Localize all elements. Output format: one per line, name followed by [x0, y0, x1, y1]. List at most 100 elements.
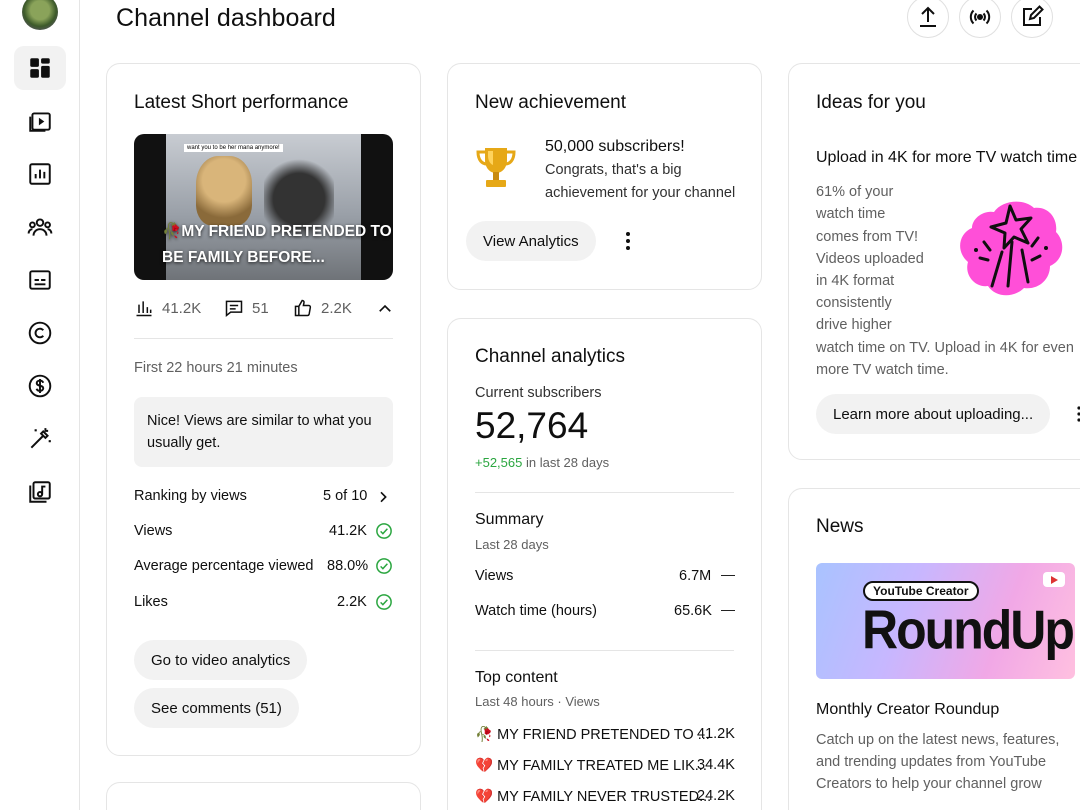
summary-watch-value: 65.6K — [674, 603, 712, 619]
go-live-icon — [969, 9, 991, 25]
ideas-tail: more TV watch time. — [816, 362, 949, 378]
bar-chart-icon — [136, 301, 152, 317]
sidebar-item-earn[interactable] — [14, 364, 66, 408]
analytics-icon — [29, 163, 51, 185]
next-card-partial — [106, 782, 421, 810]
check-circle-icon — [376, 523, 392, 539]
metric-label-views: Views — [134, 523, 173, 539]
news-line: Catch up on the latest news, features, — [816, 732, 1060, 748]
achievement-body-line1: Congrats, that's a big — [545, 162, 682, 178]
ideas-line: drive higher — [816, 317, 892, 333]
top-content-item[interactable]: 💔 MY FAMILY TREATED ME LIK... — [475, 757, 707, 774]
youtube-logo-icon — [1043, 572, 1065, 587]
divider — [134, 338, 393, 339]
summary-views-trend: — — [721, 566, 735, 582]
see-comments-button[interactable]: See comments (51) — [134, 688, 299, 728]
sidebar-item-copyright[interactable] — [14, 311, 66, 355]
short-thumbnail[interactable]: want you to be her mana anymore! 🥀MY FRI… — [134, 134, 393, 280]
news-big-text: RoundUp — [862, 599, 1075, 661]
top-content-period: Last 48 hours · Views — [475, 694, 600, 709]
summary-views-value: 6.7M — [679, 568, 712, 584]
more-vert-icon[interactable] — [1070, 404, 1080, 424]
go-live-button[interactable] — [959, 0, 1001, 38]
sidebar-item-subtitles[interactable] — [14, 258, 66, 302]
top-item-emoji: 💔 — [475, 758, 494, 774]
view-analytics-button[interactable]: View Analytics — [466, 221, 596, 261]
ideas-tail: watch time on TV. Upload in 4K for even — [816, 340, 1074, 356]
content-icon — [29, 112, 51, 132]
summary-period: Last 28 days — [475, 537, 549, 552]
go-to-video-analytics-button[interactable]: Go to video analytics — [134, 640, 308, 680]
insight-box: Nice! Views are similar to what you usua… — [134, 397, 393, 467]
ideas-line: in 4K format — [816, 273, 895, 289]
achievement-body-line2: achievement for your channel — [545, 185, 736, 201]
learn-more-uploading-button[interactable]: Learn more about uploading... — [816, 394, 1051, 434]
metric-label-likes: Likes — [134, 594, 168, 610]
short-comments-stat: 51 — [224, 298, 269, 318]
sidebar — [0, 0, 80, 810]
create-post-button[interactable] — [1011, 0, 1053, 38]
sidebar-item-analytics[interactable] — [14, 152, 66, 196]
top-content-item[interactable]: 💔 MY FAMILY NEVER TRUSTED... — [475, 788, 711, 805]
thumbs-up-icon — [294, 299, 312, 317]
top-item-title: MY FAMILY TREATED ME LIK... — [497, 758, 707, 774]
short-likes-value: 2.2K — [321, 299, 352, 317]
check-circle-icon — [376, 558, 392, 574]
subscribers-delta: +52,565 in last 28 days — [475, 455, 609, 470]
thumbnail-character — [196, 156, 252, 226]
insight-text: Nice! Views are similar to what you usua… — [147, 413, 372, 451]
upload-icon — [920, 6, 936, 27]
metric-value-avg-viewed: 88.0% — [327, 558, 369, 574]
more-vert-icon[interactable] — [618, 230, 638, 252]
news-image[interactable]: YouTube Creator RoundUp — [816, 563, 1075, 679]
sidebar-item-customization[interactable] — [14, 417, 66, 461]
metric-value-views: 41.2K — [329, 523, 367, 539]
short-likes-stat: 2.2K — [293, 298, 352, 318]
upload-button[interactable] — [907, 0, 949, 38]
page-title: Channel dashboard — [116, 4, 336, 32]
subtitles-icon — [29, 270, 51, 290]
sidebar-item-dashboard[interactable] — [14, 46, 66, 90]
top-item-emoji: 💔 — [475, 789, 494, 805]
metric-value-likes: 2.2K — [337, 594, 367, 610]
ideas-line: watch time — [816, 206, 886, 222]
short-views-value: 41.2K — [162, 299, 202, 317]
metric-label-ranking: Ranking by views — [134, 488, 247, 504]
top-item-value: 34.4K — [697, 757, 735, 773]
summary-title: Summary — [475, 511, 544, 528]
top-item-emoji: 🥀 — [475, 727, 494, 743]
metric-label-avg-viewed: Average percentage viewed — [134, 558, 314, 574]
short-views-stat: 41.2K — [134, 298, 201, 318]
metric-value-ranking: 5 of 10 — [323, 488, 368, 504]
summary-watch-label: Watch time (hours) — [475, 603, 597, 619]
latest-short-title: Latest Short performance — [134, 92, 349, 113]
thumbnail-caption-emoji: 🥀 — [162, 223, 182, 240]
dashboard-icon — [30, 58, 50, 78]
news-line: Creators to help your channel grow — [816, 776, 1042, 792]
top-content-item[interactable]: 🥀 MY FRIEND PRETENDED TO ... — [475, 726, 710, 743]
chevron-up-icon[interactable] — [376, 300, 394, 318]
audio-library-icon — [29, 481, 51, 503]
subscribers-value: 52,764 — [475, 405, 589, 446]
avatar[interactable] — [22, 0, 58, 30]
magic-wand-icon — [30, 428, 51, 449]
thumbnail-topline: want you to be her mana anymore! — [184, 144, 283, 152]
short-period: First 22 hours 21 minutes — [134, 360, 298, 376]
subscribers-delta-value: +52,565 — [475, 455, 523, 470]
sparkle-wand-illustration — [960, 201, 1063, 296]
top-item-title: MY FRIEND PRETENDED TO ... — [497, 727, 710, 743]
ideas-heading: Upload in 4K for more TV watch time — [816, 149, 1078, 166]
sidebar-item-community[interactable] — [14, 205, 66, 249]
sidebar-item-audio-library[interactable] — [14, 470, 66, 514]
thumbnail-caption-text: MY FRIEND PRETENDED TO BE FAMILY BEFORE.… — [162, 223, 392, 266]
community-icon — [27, 218, 53, 236]
short-comments-value: 51 — [252, 299, 269, 317]
thumbnail-caption: 🥀MY FRIEND PRETENDED TO BE FAMILY BEFORE… — [162, 219, 392, 271]
top-item-value: 24.2K — [697, 788, 735, 804]
divider — [475, 650, 734, 651]
comment-icon — [225, 300, 243, 318]
sidebar-item-content[interactable] — [14, 99, 66, 143]
chevron-right-icon[interactable] — [375, 488, 391, 506]
summary-views-label: Views — [475, 568, 514, 584]
subscribers-delta-suffix: in last 28 days — [525, 455, 610, 470]
